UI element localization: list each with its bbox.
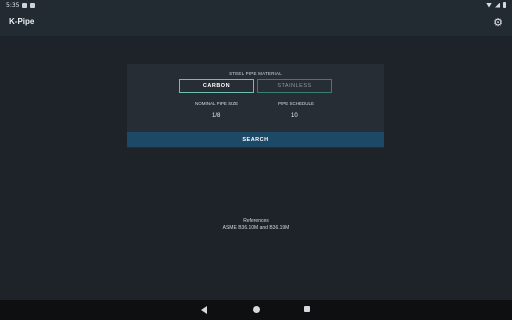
app-title: K-Pipe (9, 17, 35, 26)
signal-icon (495, 2, 500, 8)
gear-icon[interactable]: ⚙ (492, 17, 504, 29)
status-time: 5:35 (6, 1, 20, 9)
recent-apps-icon[interactable] (304, 306, 310, 312)
carbon-option-button[interactable]: CARBON (179, 79, 254, 93)
home-icon[interactable] (253, 306, 260, 313)
notification-icon (22, 2, 28, 8)
battery-icon (503, 2, 506, 8)
notification-icon (30, 2, 36, 8)
app-bar: K-Pipe ⚙ (0, 10, 512, 36)
back-icon[interactable] (201, 306, 207, 314)
references-text: ASME B36.10M and B36.19M (222, 225, 290, 231)
references: References ASME B36.10M and B36.19M (0, 218, 512, 232)
references-title: References (243, 218, 269, 224)
system-nav-bar (0, 300, 512, 320)
nominal-size-picker[interactable]: 1/8 (212, 113, 220, 119)
schedule-picker[interactable]: 10 (291, 113, 298, 119)
nominal-size-label: NOMINAL PIPE SIZE (195, 101, 239, 106)
stainless-option-button[interactable]: STAINLESS (257, 79, 332, 93)
search-button[interactable]: SEARCH (127, 132, 384, 147)
schedule-label: PIPE SCHEDULE (278, 101, 315, 106)
pipe-search-panel: STEEL PIPE MATERIAL CARBON STAINLESS NOM… (127, 64, 384, 148)
wifi-icon (486, 2, 492, 8)
status-bar: 5:35 (0, 0, 512, 10)
status-icons (486, 2, 506, 8)
material-label: STEEL PIPE MATERIAL (229, 71, 282, 76)
